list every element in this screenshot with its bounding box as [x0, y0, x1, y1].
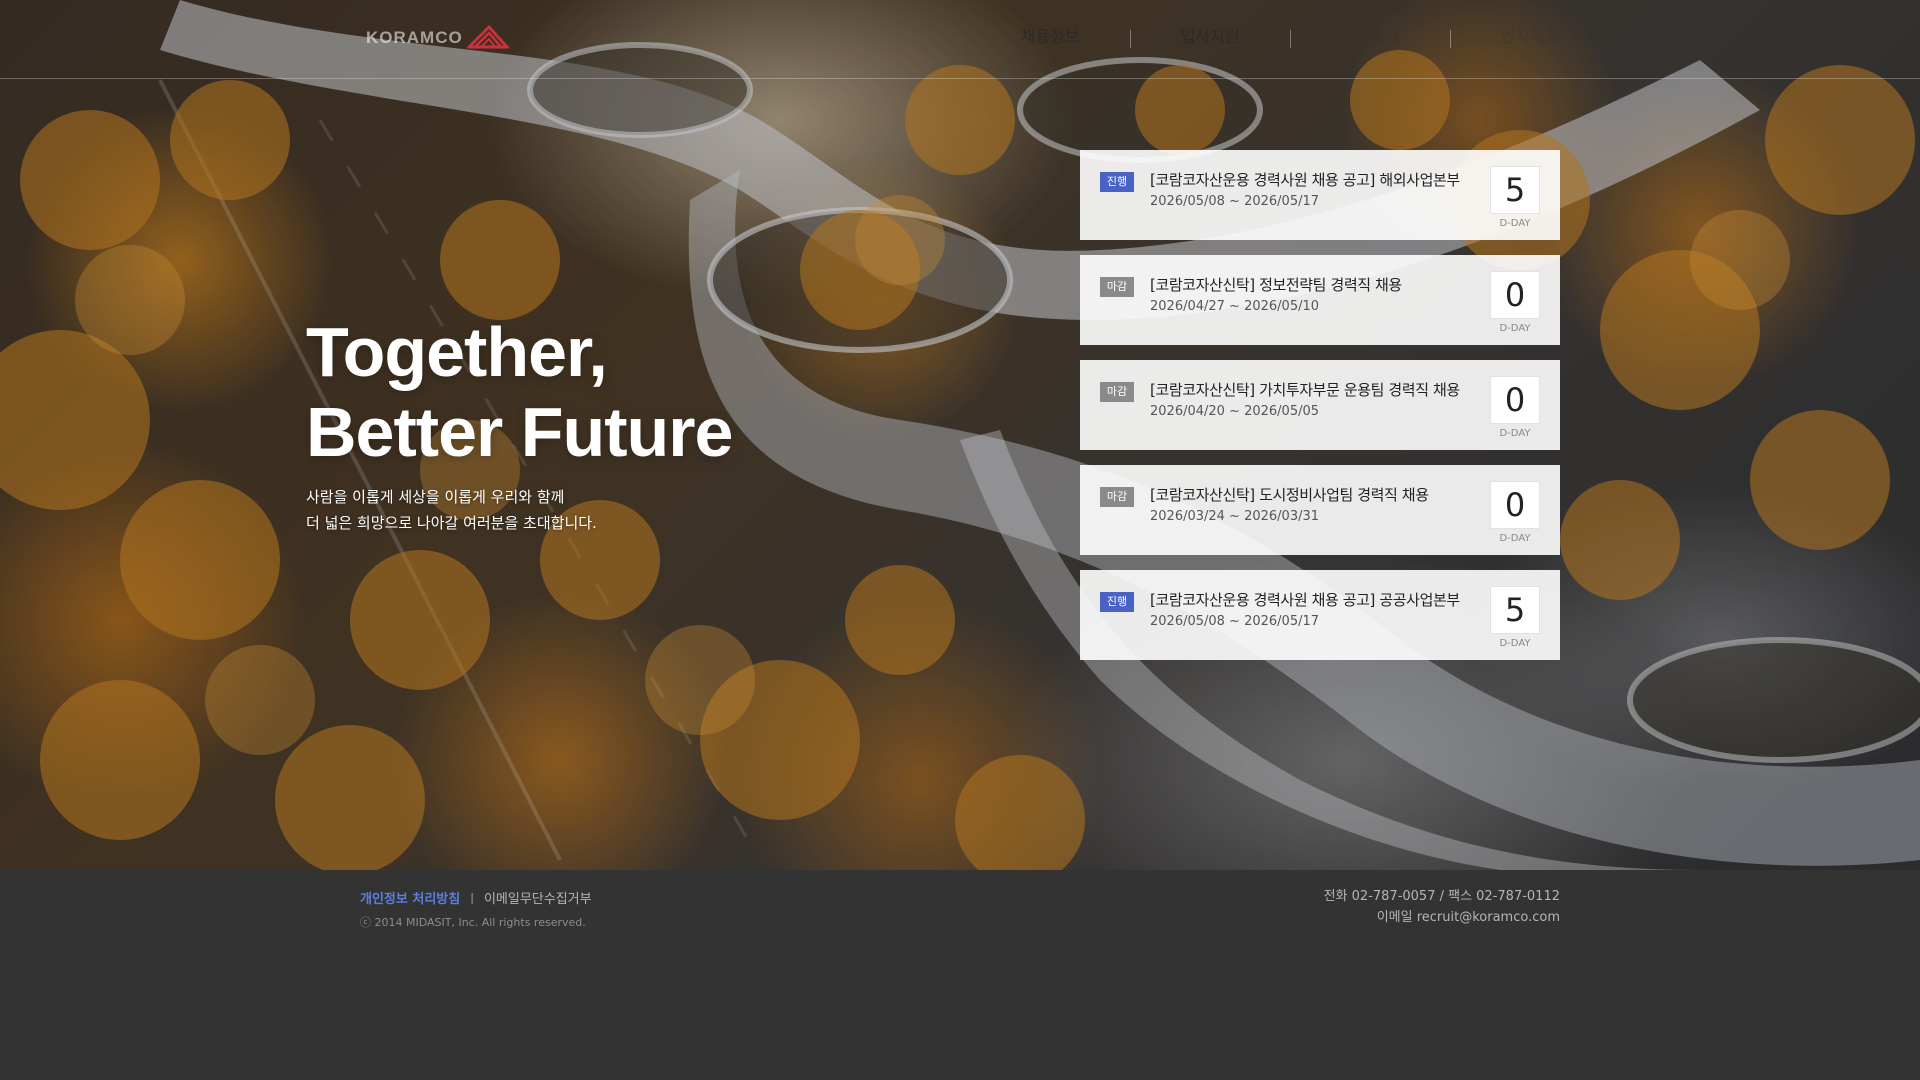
- dday-count: 5: [1490, 586, 1540, 634]
- dday-label: D-DAY: [1499, 218, 1531, 229]
- status-badge: 진행: [1100, 172, 1134, 192]
- logo-mark-icon: [466, 24, 509, 49]
- hero-banner: KORAMCO 채용정보 입사지원 회사소개 인사제도 Together, Be…: [0, 0, 1920, 870]
- job-posting-item[interactable]: 마감 [코람코자산신탁] 도시정비사업팀 경력직 채용 2026/03/24 ~…: [1080, 465, 1560, 555]
- job-title[interactable]: [코람코자산운용 경력사원 채용 공고] 공공사업본부: [1150, 589, 1480, 610]
- status-badge: 마감: [1100, 277, 1134, 297]
- status-badge: 마감: [1100, 382, 1134, 402]
- job-period: 2026/04/27 ~ 2026/05/10: [1150, 299, 1320, 314]
- dday-count: 0: [1490, 271, 1540, 319]
- job-posting-item[interactable]: 마감 [코람코자산신탁] 정보전략팀 경력직 채용 2026/04/27 ~ 2…: [1080, 255, 1560, 345]
- email-collection-refusal-link[interactable]: 이메일무단수집거부: [484, 888, 592, 907]
- footer-contact: 전화 02-787-0057 / 팩스 02-787-0112 이메일 recr…: [1324, 886, 1560, 928]
- status-badge: 진행: [1100, 592, 1134, 612]
- job-posting-item[interactable]: 진행 [코람코자산운용 경력사원 채용 공고] 공공사업본부 2026/05/0…: [1080, 570, 1560, 660]
- hero-subtitle: 사람을 이롭게 세상을 이롭게 우리와 함께 더 넓은 희망으로 나아갈 여러분…: [306, 484, 597, 536]
- nav-item-apply[interactable]: 입사지원: [1130, 0, 1290, 79]
- site-logo[interactable]: KORAMCO: [366, 20, 509, 56]
- job-title[interactable]: [코람코자산신탁] 도시정비사업팀 경력직 채용: [1150, 484, 1480, 505]
- footer-phone-fax: 전화 02-787-0057 / 팩스 02-787-0112: [1323, 889, 1560, 904]
- hero-overlay: [0, 0, 1920, 870]
- status-badge: 마감: [1100, 487, 1134, 507]
- dday-count: 0: [1490, 481, 1540, 529]
- nav-item-recruit-info[interactable]: 채용정보: [970, 0, 1130, 79]
- footer-links: 개인정보 처리방침 | 이메일무단수집거부: [360, 888, 592, 907]
- main-nav: 채용정보 입사지원 회사소개 인사제도: [970, 0, 1610, 79]
- privacy-policy-link[interactable]: 개인정보 처리방침: [360, 888, 460, 907]
- job-title[interactable]: [코람코자산운용 경력사원 채용 공고] 해외사업본부: [1150, 169, 1480, 190]
- job-period: 2026/05/08 ~ 2026/05/17: [1150, 194, 1320, 209]
- dday-count: 0: [1490, 376, 1540, 424]
- dday-label: D-DAY: [1499, 428, 1531, 439]
- footer-separator: |: [470, 891, 474, 904]
- site-footer: 개인정보 처리방침 | 이메일무단수집거부 ⓒ 2014 MIDASIT, In…: [0, 870, 1920, 1080]
- job-title[interactable]: [코람코자산신탁] 정보전략팀 경력직 채용: [1150, 274, 1480, 295]
- job-period: 2026/03/24 ~ 2026/03/31: [1150, 509, 1320, 524]
- nav-item-company[interactable]: 회사소개: [1290, 0, 1450, 79]
- job-period: 2026/04/20 ~ 2026/05/05: [1150, 404, 1320, 419]
- dday-label: D-DAY: [1499, 533, 1531, 544]
- dday-count: 5: [1490, 166, 1540, 214]
- job-posting-list: 진행 [코람코자산운용 경력사원 채용 공고] 해외사업본부 2026/05/0…: [1080, 150, 1560, 675]
- job-posting-item[interactable]: 진행 [코람코자산운용 경력사원 채용 공고] 해외사업본부 2026/05/0…: [1080, 150, 1560, 240]
- job-period: 2026/05/08 ~ 2026/05/17: [1150, 614, 1320, 629]
- logo-text: KORAMCO: [366, 28, 463, 47]
- hero-subtitle-line-2: 더 넓은 희망으로 나아갈 여러분을 초대합니다.: [306, 514, 597, 532]
- job-title[interactable]: [코람코자산신탁] 가치투자부문 운용팀 경력직 채용: [1150, 379, 1480, 400]
- hero-title: Together, Better Future: [306, 312, 733, 472]
- job-posting-item[interactable]: 마감 [코람코자산신탁] 가치투자부문 운용팀 경력직 채용 2026/04/2…: [1080, 360, 1560, 450]
- copyright-text: ⓒ 2014 MIDASIT, Inc. All rights reserved…: [360, 916, 586, 929]
- nav-item-hr-system[interactable]: 인사제도: [1450, 0, 1610, 79]
- footer-email: 이메일 recruit@koramco.com: [1376, 910, 1560, 925]
- hero-title-line-2: Better Future: [306, 393, 733, 471]
- dday-label: D-DAY: [1499, 638, 1531, 649]
- dday-label: D-DAY: [1499, 323, 1531, 334]
- site-header: KORAMCO 채용정보 입사지원 회사소개 인사제도: [0, 0, 1920, 79]
- hero-subtitle-line-1: 사람을 이롭게 세상을 이롭게 우리와 함께: [306, 488, 565, 506]
- hero-title-line-1: Together,: [306, 313, 608, 391]
